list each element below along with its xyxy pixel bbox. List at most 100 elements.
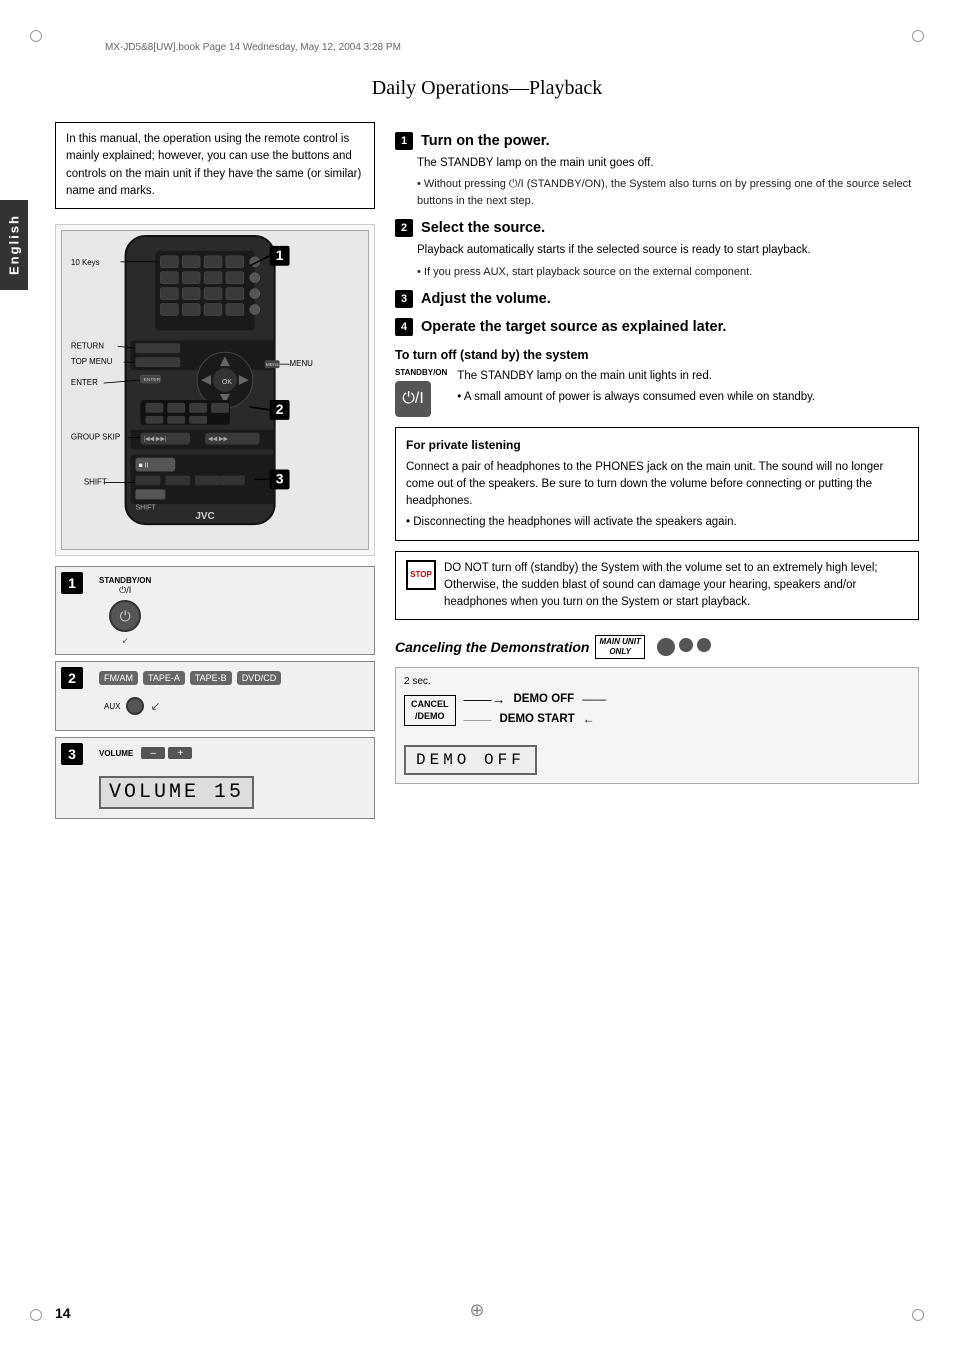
bottom-cross-mark: ⊕ (469, 1300, 484, 1321)
stop-icon: STOP (406, 560, 436, 590)
unit2-aux-knob (126, 697, 144, 715)
unit2-content: FM/AM TAPE-A TAPE-B DVD/CD AUX ↙ (99, 666, 366, 720)
svg-text:1: 1 (276, 247, 284, 263)
step2-title: Select the source. (421, 220, 545, 236)
unit1-curve-arrow: ↙ (99, 636, 151, 645)
demo-cancel-button: CANCEL /DEMO (404, 695, 456, 726)
step4-num: 4 (395, 318, 413, 336)
step1-body: The STANDBY lamp on the main unit goes o… (395, 155, 919, 172)
standby-button-label: STANDBY/ON (395, 368, 447, 378)
step1-title: Turn on the power. (421, 133, 550, 149)
standby-content: STANDBY/ON ⏻/I The STANDBY lamp on the m… (395, 368, 919, 417)
svg-text:MENU: MENU (290, 359, 314, 368)
standby-symbol: ⏻/I (402, 390, 424, 408)
svg-text:|◀◀ ▶▶|: |◀◀ ▶▶| (143, 437, 167, 443)
demo-dots (657, 638, 711, 656)
step4-header: 4 Operate the target source as explained… (395, 318, 919, 336)
unit1-button-label: STANDBY/ON (99, 576, 151, 585)
arrow-icon-start: —— (464, 711, 492, 727)
left-column: In this manual, the operation using the … (55, 122, 375, 825)
dot1 (657, 638, 675, 656)
demo-title: Canceling the Demonstration MAIN UNIT ON… (395, 635, 919, 658)
demo-display: DEMO OFF (404, 745, 537, 775)
demo-duration: 2 sec. (404, 676, 910, 687)
svg-text:RETURN: RETURN (71, 341, 104, 350)
badge-line2: ONLY (599, 647, 640, 657)
title-main: Daily Operations (372, 77, 509, 99)
corner-mark-bl (30, 1309, 42, 1321)
unit2-aux-row: AUX ↙ (99, 697, 161, 715)
step2-header: 2 Select the source. (395, 219, 919, 237)
unit2-btn-tapea: TAPE-A (143, 671, 185, 685)
demo-display-area: DEMO OFF (404, 739, 910, 775)
unit1-number: 1 (61, 572, 83, 594)
step1-num: 1 (395, 132, 413, 150)
volume-display: VOLUME 15 (99, 776, 254, 809)
unit2-number: 2 (61, 667, 83, 689)
main-content: Daily Operations—Playback In this manual… (55, 70, 919, 1301)
demo-flow: CANCEL /DEMO ——→ DEMO OFF —— (404, 691, 910, 731)
demo-title-text: Canceling the Demonstration (395, 639, 589, 655)
arrow-icon-off: ——→ (464, 691, 506, 707)
two-column-layout: In this manual, the operation using the … (55, 122, 919, 825)
standby-button-box: STANDBY/ON ⏻/I (395, 368, 447, 417)
unit2-diagram: 2 FM/AM TAPE-A TAPE-B DVD/CD AUX ↙ (55, 661, 375, 731)
unit2-buttons-row: FM/AM TAPE-A TAPE-B DVD/CD (99, 671, 281, 685)
svg-text:OK: OK (222, 379, 232, 386)
step3-header: 3 Adjust the volume. (395, 290, 919, 308)
demo-off-label: DEMO OFF (514, 693, 575, 705)
svg-text:TOP MENU: TOP MENU (71, 357, 113, 366)
demo-start-arrow: ← (583, 712, 595, 726)
unit1-knob: ⏻ (109, 600, 141, 632)
unit2-btn-tapeb: TAPE-B (190, 671, 232, 685)
svg-text:MENU: MENU (266, 362, 281, 368)
svg-text:GROUP SKIP: GROUP SKIP (71, 433, 120, 442)
step2-body: Playback automatically starts if the sel… (395, 242, 919, 259)
page-number: 14 (55, 1305, 71, 1321)
unit2-btn-fmam: FM/AM (99, 671, 138, 685)
svg-text:◀◀ ▶▶: ◀◀ ▶▶ (208, 437, 228, 443)
unit3-number: 3 (61, 743, 83, 765)
right-column: 1 Turn on the power. The STANDBY lamp on… (395, 122, 919, 825)
step1-bullet1: Without pressing ⏻/I (STANDBY/ON), the S… (395, 176, 919, 209)
unit1-symbol: ⏻/I (99, 585, 151, 596)
svg-text:10 Keys: 10 Keys (71, 258, 100, 267)
demo-off-line: —— (582, 692, 606, 706)
remote-illustration: OK ENTER MENU (55, 224, 375, 556)
standby-section: To turn off (stand by) the system STANDB… (395, 348, 919, 417)
demo-cancel-row: CANCEL /DEMO ——→ DEMO OFF —— (404, 691, 910, 731)
demo-off-row: ——→ DEMO OFF —— (464, 691, 607, 707)
corner-mark-tl (30, 30, 42, 42)
language-tab: English (0, 200, 28, 290)
corner-mark-tr (912, 30, 924, 42)
unit2-arrow: ↙ (150, 699, 160, 713)
step1-header: 1 Turn on the power. (395, 132, 919, 150)
cancel-label-line2: /DEMO (411, 711, 449, 723)
unit1-diagram: 1 STANDBY/ON ⏻/I ⏻ ↙ (55, 566, 375, 655)
svg-text:3: 3 (276, 470, 284, 486)
stop-label: STOP (410, 569, 432, 581)
step3-title: Adjust the volume. (421, 291, 551, 307)
unit3-content: VOLUME – + VOLUME 15 (99, 742, 366, 814)
standby-text1: The STANDBY lamp on the main unit lights… (457, 368, 815, 385)
svg-text:SHIFT: SHIFT (84, 477, 107, 486)
step2-bullet1: If you press AUX, start playback source … (395, 264, 919, 281)
standby-button-icon: ⏻/I (395, 381, 431, 417)
standby-text2-content: A small amount of power is always consum… (464, 391, 815, 403)
svg-text:2: 2 (276, 401, 284, 417)
unit1-content: STANDBY/ON ⏻/I ⏻ ↙ (99, 571, 366, 650)
info-box-text: In this manual, the operation using the … (66, 133, 361, 197)
step3-num: 3 (395, 290, 413, 308)
private-listening-box: For private listening Connect a pair of … (395, 427, 919, 541)
unit2-aux-label: AUX (104, 702, 120, 711)
standby-bullet: • (457, 391, 464, 403)
demo-only-badge: MAIN UNIT ONLY (595, 635, 644, 658)
private-bullet-text: Disconnecting the headphones will activa… (413, 516, 736, 528)
cancel-label-line1: CANCEL (411, 699, 449, 711)
svg-text:ENTER: ENTER (71, 378, 98, 387)
svg-text:ENTER: ENTER (143, 377, 160, 383)
svg-text:SHIFT: SHIFT (136, 504, 157, 511)
unit3-volume-row: VOLUME – + (99, 747, 192, 759)
svg-text:■ II: ■ II (138, 463, 148, 470)
warning-box: STOP DO NOT turn off (standby) the Syste… (395, 551, 919, 621)
